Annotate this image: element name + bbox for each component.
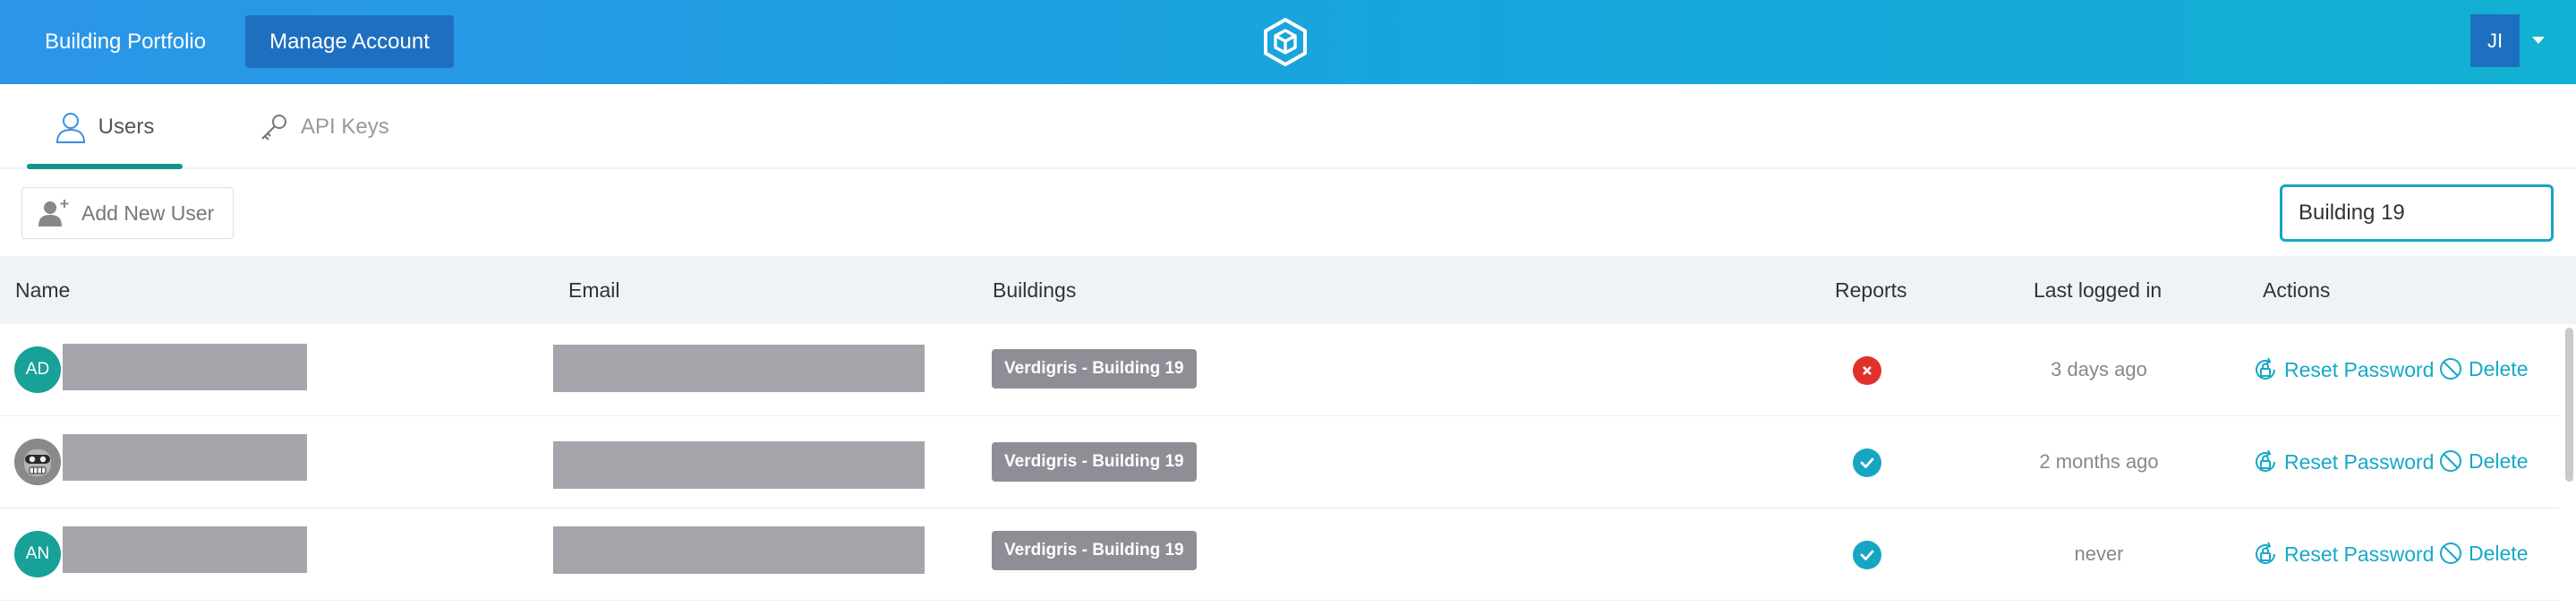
column-header-actions: Actions [2263,278,2331,302]
manage-account-button[interactable]: Manage Account [245,15,454,68]
ban-icon [2440,542,2461,564]
redacted-email [553,441,925,489]
tab-api-keys-label: API Keys [301,114,389,139]
table-row[interactable]: Verdigris - Building 19 2 months ago Res… [0,416,2560,508]
column-header-email[interactable]: Email [568,256,620,324]
delete-button[interactable]: Delete [2438,448,2528,474]
redacted-email [553,345,925,392]
tab-api-keys[interactable]: API Keys [260,84,389,169]
last-logged-in: 3 days ago [2051,358,2147,380]
key-icon [261,114,286,141]
add-new-user-label: Add New User [81,201,215,225]
ban-icon [2440,358,2461,380]
tab-users-label: Users [98,114,155,139]
reset-password-label: Reset Password [2284,542,2435,566]
avatar: AN [14,531,61,577]
active-tab-indicator [27,164,183,169]
delete-button[interactable]: Delete [2438,356,2528,381]
building-badge: Verdigris - Building 19 [992,442,1197,482]
user-icon [55,112,85,143]
report-ok-icon [1853,541,1881,569]
delete-button[interactable]: Delete [2438,541,2528,566]
tab-users[interactable]: Users [27,84,183,169]
delete-label: Delete [2469,356,2529,380]
column-header-last-logged-in[interactable]: Last logged in [2034,256,2162,324]
avatar: AD [14,346,61,393]
delete-label: Delete [2469,448,2529,473]
top-navigation-bar: Building Portfolio Manage Account JI [0,0,2576,84]
table-row[interactable]: AD Verdigris - Building 19 3 days ago Re… [0,324,2560,416]
building-badge: Verdigris - Building 19 [992,531,1197,570]
redacted-name [63,526,307,573]
table-row[interactable]: AN Verdigris - Building 19 never Reset P… [0,508,2560,601]
ban-icon [2440,450,2461,472]
scrollbar-thumb[interactable] [2565,328,2573,482]
table-header: Name Email Buildings Reports Last logged… [0,256,2576,324]
add-user-icon [38,200,69,226]
lock-refresh-icon [2256,449,2275,472]
building-badge: Verdigris - Building 19 [992,349,1197,389]
lock-refresh-icon [2256,542,2275,564]
reset-password-label: Reset Password [2284,357,2435,381]
tab-bar: Users API Keys [0,84,2576,169]
robot-avatar-icon [14,439,61,485]
column-header-reports[interactable]: Reports [1835,256,1907,324]
delete-label: Delete [2469,541,2529,565]
avatar [14,439,61,485]
column-header-name[interactable]: Name [15,256,70,324]
report-ok-icon [1853,448,1881,477]
last-logged-in: 2 months ago [2039,450,2159,473]
reset-password-button[interactable]: Reset Password [2252,541,2434,568]
redacted-name [63,344,307,390]
redacted-name [63,434,307,481]
add-new-user-button[interactable]: Add New User [21,187,234,239]
reset-password-label: Reset Password [2284,449,2435,474]
column-header-buildings[interactable]: Buildings [993,256,1076,324]
reset-password-button[interactable]: Reset Password [2252,356,2434,383]
chevron-down-icon[interactable] [2532,37,2545,44]
report-failed-icon [1853,356,1881,385]
building-portfolio-link[interactable]: Building Portfolio [45,15,206,68]
lock-refresh-icon [2256,357,2275,380]
user-menu-avatar[interactable]: JI [2470,14,2520,67]
redacted-email [553,526,925,574]
last-logged-in: never [2074,542,2124,565]
cube-hexagon-logo-icon[interactable] [1260,17,1310,67]
reset-password-button[interactable]: Reset Password [2252,448,2434,475]
search-input[interactable] [2280,184,2554,242]
